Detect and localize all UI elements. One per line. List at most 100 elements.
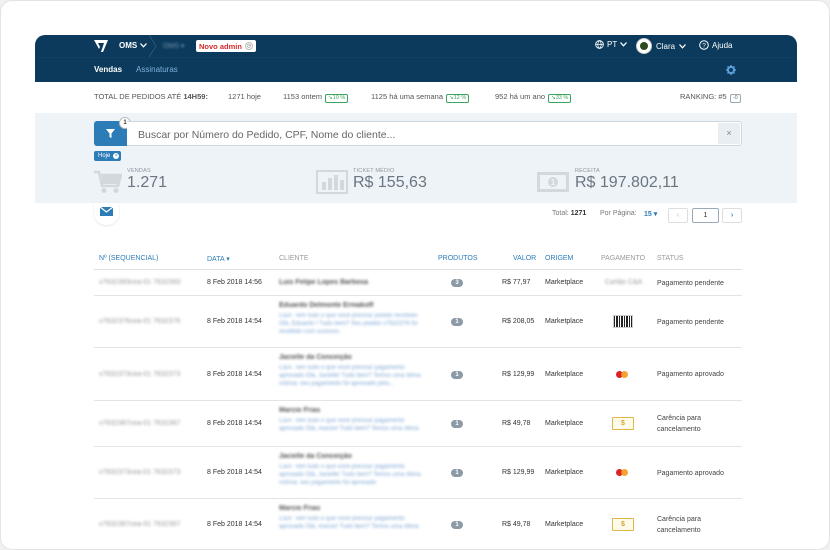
search-panel: 1 Buscar por Número do Pedido, CPF, Nome… bbox=[35, 113, 797, 203]
order-status: Pagamento aprovado bbox=[657, 469, 724, 477]
store-selector[interactable]: OMS ▾ bbox=[163, 42, 184, 50]
barcode-icon bbox=[613, 315, 633, 328]
client-name[interactable]: Jacielle da Conceição bbox=[279, 453, 352, 460]
order-value: R$ 208,05 bbox=[502, 318, 535, 325]
new-admin-label: Novo admin bbox=[199, 41, 242, 51]
client-name[interactable]: Marcio Frias bbox=[279, 407, 320, 414]
table-row[interactable]: v7632393cea-01 7632393 8 Feb 2018 14:56 Lu… bbox=[94, 270, 742, 296]
client-name[interactable]: Jacielle da Conceição bbox=[279, 354, 352, 361]
totals-year: 952 há um ano ↘33 % bbox=[495, 92, 572, 103]
language-selector[interactable]: PT bbox=[595, 40, 628, 49]
remove-filter-icon[interactable]: × bbox=[113, 153, 120, 159]
client-name[interactable]: Eduardo Delmonte Ermakoff bbox=[279, 302, 374, 309]
kpi-vendas-value: 1.271 bbox=[127, 174, 168, 191]
tab-vendas[interactable]: Vendas bbox=[94, 65, 122, 74]
active-filter-tag[interactable]: Hoje × bbox=[94, 151, 122, 161]
filter-icon bbox=[106, 129, 115, 138]
per-page-select[interactable]: 15 ▾ bbox=[644, 210, 657, 218]
client-message: C&A: Tem tudo o que você precisa! pagame… bbox=[279, 418, 419, 432]
table-header: Nº (SEQUENCIAL) DATA ▾ CLIENTE PRODUTOS … bbox=[94, 248, 742, 270]
language-label: PT bbox=[607, 40, 618, 49]
orders-table: Nº (SEQUENCIAL) DATA ▾ CLIENTE PRODUTOS … bbox=[94, 248, 742, 549]
order-id[interactable]: v7632367cea-01 7632367 bbox=[99, 521, 180, 528]
client-message: C&A: Tem tudo o que você precisa! pagame… bbox=[279, 516, 419, 530]
new-admin-button[interactable]: Novo admin ◷ bbox=[196, 40, 256, 52]
avatar bbox=[636, 38, 652, 54]
table-row[interactable]: v7632373cea-01 7632373 8 Feb 2018 14:54 Ja… bbox=[94, 348, 742, 401]
order-date: 8 Feb 2018 14:54 bbox=[207, 370, 262, 378]
table-row[interactable]: v7632367cea-01 7632367 8 Feb 2018 14:54 Ma… bbox=[94, 499, 742, 549]
yesterday-growth-badge: ↘10 % bbox=[325, 94, 349, 103]
breadcrumb-separator-icon bbox=[148, 35, 157, 57]
table-row[interactable]: v7632376cea-01 7632376 8 Feb 2018 14:54 Ed… bbox=[94, 296, 742, 348]
help-link[interactable]: ? Ajuda bbox=[699, 40, 732, 50]
next-page-button[interactable]: › bbox=[722, 208, 742, 223]
table-row[interactable]: v7632367cea-01 7632367 8 Feb 2018 14:54 Ma… bbox=[94, 401, 742, 447]
order-id[interactable]: v7632376cea-01 7632376 bbox=[99, 318, 180, 325]
col-header-client: CLIENTE bbox=[279, 255, 309, 262]
client-name[interactable]: Luis Felipe Lopes Barbosa bbox=[279, 279, 368, 286]
help-icon: ? bbox=[699, 40, 709, 50]
col-header-value[interactable]: VALOR bbox=[513, 255, 536, 262]
logo-icon[interactable] bbox=[94, 40, 108, 52]
ranking-delta-badge: -0 bbox=[729, 94, 741, 103]
table-body: v7632393cea-01 7632393 8 Feb 2018 14:56 Lu… bbox=[94, 270, 742, 549]
money-icon: 1 bbox=[537, 172, 569, 192]
col-header-date[interactable]: DATA ▾ bbox=[207, 255, 230, 263]
col-header-products[interactable]: PRODUTOS bbox=[438, 255, 478, 262]
clear-search-button[interactable]: × bbox=[718, 123, 740, 144]
prev-page-button[interactable]: ‹ bbox=[668, 208, 688, 223]
col-header-origin[interactable]: ORIGEM bbox=[545, 255, 573, 262]
user-menu[interactable]: Clara bbox=[636, 38, 687, 54]
products-count-badge: 1 bbox=[451, 420, 463, 428]
order-status: Pagamento aprovado bbox=[657, 371, 724, 378]
order-id[interactable]: v7632373cea-01 7632373 bbox=[99, 469, 180, 476]
order-date: 8 Feb 2018 14:54 bbox=[207, 469, 262, 476]
order-origin: Marketplace bbox=[545, 279, 584, 286]
products-count-badge: 3 bbox=[451, 279, 463, 287]
col-header-id[interactable]: Nº (SEQUENCIAL) bbox=[99, 255, 158, 262]
bar-chart-icon bbox=[316, 170, 348, 194]
order-status: Carência para cancelamento bbox=[657, 516, 701, 534]
week-growth-badge: ↘12 % bbox=[446, 94, 470, 103]
year-growth-badge: ↘33 % bbox=[548, 94, 572, 103]
order-date: 8 Feb 2018 14:56 bbox=[207, 279, 262, 286]
search-placeholder: Buscar por Número do Pedido, CPF, Nome d… bbox=[138, 129, 396, 141]
table-row[interactable]: v7632373cea-01 7632373 8 Feb 2018 14:54 Ja… bbox=[94, 447, 742, 499]
client-name[interactable]: Marcio Frias bbox=[279, 505, 320, 512]
user-name: Clara bbox=[656, 41, 676, 51]
products-count-badge: 1 bbox=[451, 370, 463, 379]
products-count-badge: 1 bbox=[451, 521, 463, 529]
order-id[interactable]: v7632373cea-01 7632373 bbox=[99, 371, 180, 378]
client-message: C&A: Tem tudo o que você precisa! pagame… bbox=[279, 464, 421, 486]
search-input[interactable]: Buscar por Número do Pedido, CPF, Nome d… bbox=[127, 121, 742, 146]
order-status: Carência para cancelamento bbox=[657, 415, 701, 433]
products-count-badge: 1 bbox=[451, 318, 463, 326]
mail-icon bbox=[100, 206, 113, 216]
order-id[interactable]: v7632393cea-01 7632393 bbox=[99, 279, 180, 286]
payment-method: Cartão C&A bbox=[605, 279, 643, 286]
order-id[interactable]: v7632367cea-01 7632367 bbox=[99, 420, 180, 427]
order-value: R$ 129,99 bbox=[502, 469, 535, 476]
gear-icon[interactable] bbox=[726, 65, 736, 75]
tab-assinaturas[interactable]: Assinaturas bbox=[136, 65, 178, 74]
totals-time: 14H59: bbox=[183, 92, 208, 101]
top-bar: OMS OMS ▾ Novo admin ◷ PT Clara ? Ajuda bbox=[35, 35, 797, 57]
order-date: 8 Feb 2018 14:54 bbox=[207, 420, 262, 427]
app-container: OMS OMS ▾ Novo admin ◷ PT Clara ? Ajuda … bbox=[35, 35, 797, 549]
page-number-input[interactable]: 1 bbox=[692, 208, 719, 223]
svg-text:?: ? bbox=[702, 42, 706, 49]
totals-yesterday: 1153 ontem ↘10 % bbox=[283, 92, 349, 103]
client-message: C&A: Tem tudo o que você precisa! pedido… bbox=[279, 313, 418, 335]
module-selector[interactable]: OMS bbox=[119, 41, 148, 50]
chevron-down-icon bbox=[140, 43, 148, 48]
order-origin: Marketplace bbox=[545, 420, 584, 427]
col-header-payment: PAGAMENTO bbox=[601, 255, 646, 262]
email-export-button[interactable] bbox=[94, 203, 119, 225]
chevron-down-icon bbox=[679, 43, 687, 49]
client-message: C&A: Tem tudo o que você precisa! pagame… bbox=[279, 365, 421, 387]
chevron-down-icon bbox=[620, 42, 628, 47]
order-value: R$ 49,78 bbox=[502, 420, 531, 427]
voucher-icon: $ bbox=[612, 518, 634, 531]
order-status: Pagamento pendente bbox=[657, 318, 724, 326]
